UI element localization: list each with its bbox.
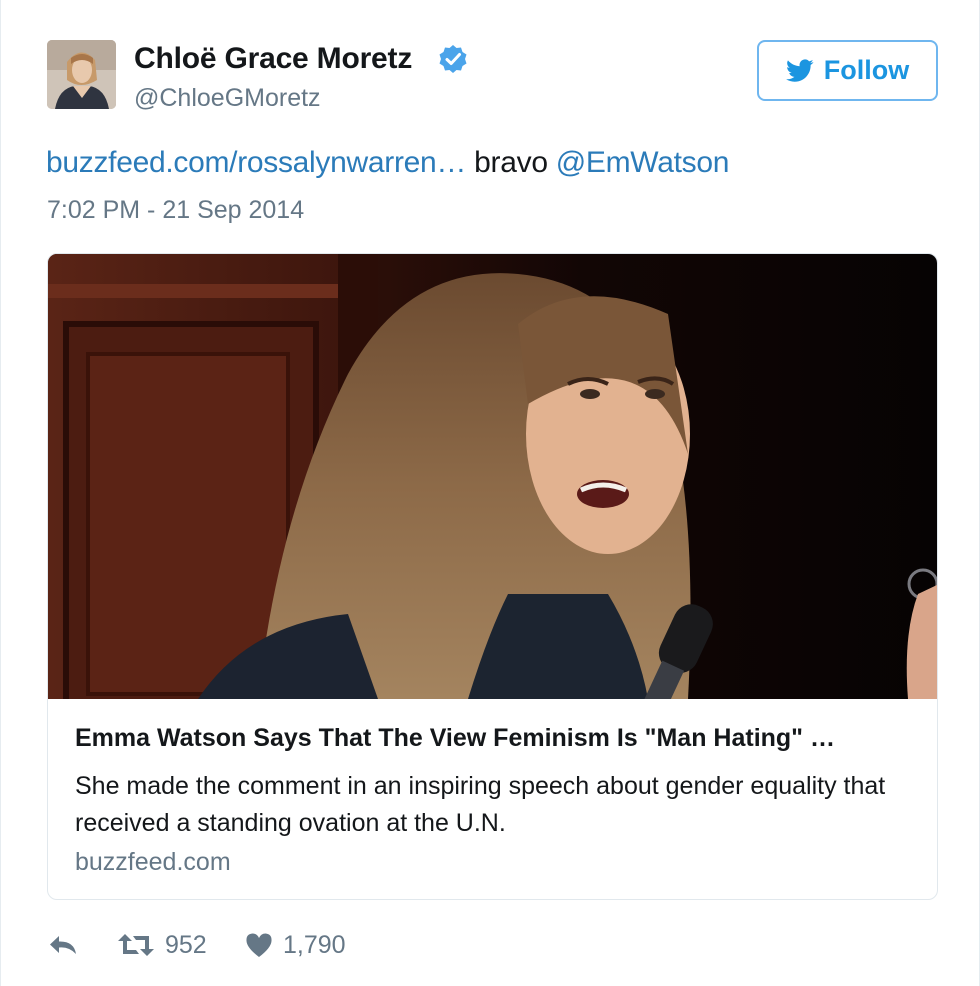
tweet-link[interactable]: buzzfeed.com/rossalynwarren… — [46, 146, 466, 179]
tweet-text-body: bravo — [466, 146, 556, 179]
like-button[interactable]: 1,790 — [245, 928, 346, 962]
avatar[interactable] — [47, 40, 116, 109]
retweet-count: 952 — [165, 930, 207, 959]
tweet-container: Chloë Grace Moretz @ChloeGMoretz Follow … — [0, 0, 980, 986]
card-description: She made the comment in an inspiring spe… — [75, 772, 886, 837]
link-card[interactable]: Emma Watson Says That The View Feminism … — [47, 253, 938, 900]
card-domain: buzzfeed.com — [75, 848, 231, 876]
reply-icon — [50, 936, 76, 954]
verified-badge-icon — [439, 45, 467, 73]
twitter-bird-icon — [785, 58, 814, 82]
follow-button[interactable]: Follow — [757, 40, 938, 101]
avatar-photo — [47, 40, 116, 109]
follow-button-label: Follow — [823, 55, 910, 85]
heart-icon — [246, 933, 272, 957]
retweet-button[interactable]: 952 — [117, 928, 207, 962]
card-image — [48, 254, 937, 699]
reply-button[interactable] — [47, 928, 79, 962]
card-title[interactable]: Emma Watson Says That The View Feminism … — [75, 724, 835, 753]
like-count: 1,790 — [283, 930, 346, 959]
author-display-name[interactable]: Chloë Grace Moretz — [134, 42, 412, 76]
author-handle[interactable]: @ChloeGMoretz — [134, 84, 321, 113]
tweet-timestamp[interactable]: 7:02 PM - 21 Sep 2014 — [47, 196, 304, 225]
tweet-mention[interactable]: @EmWatson — [556, 146, 730, 179]
retweet-icon — [118, 934, 154, 956]
tweet-text: buzzfeed.com/rossalynwarren… bravo @EmWa… — [46, 146, 729, 180]
